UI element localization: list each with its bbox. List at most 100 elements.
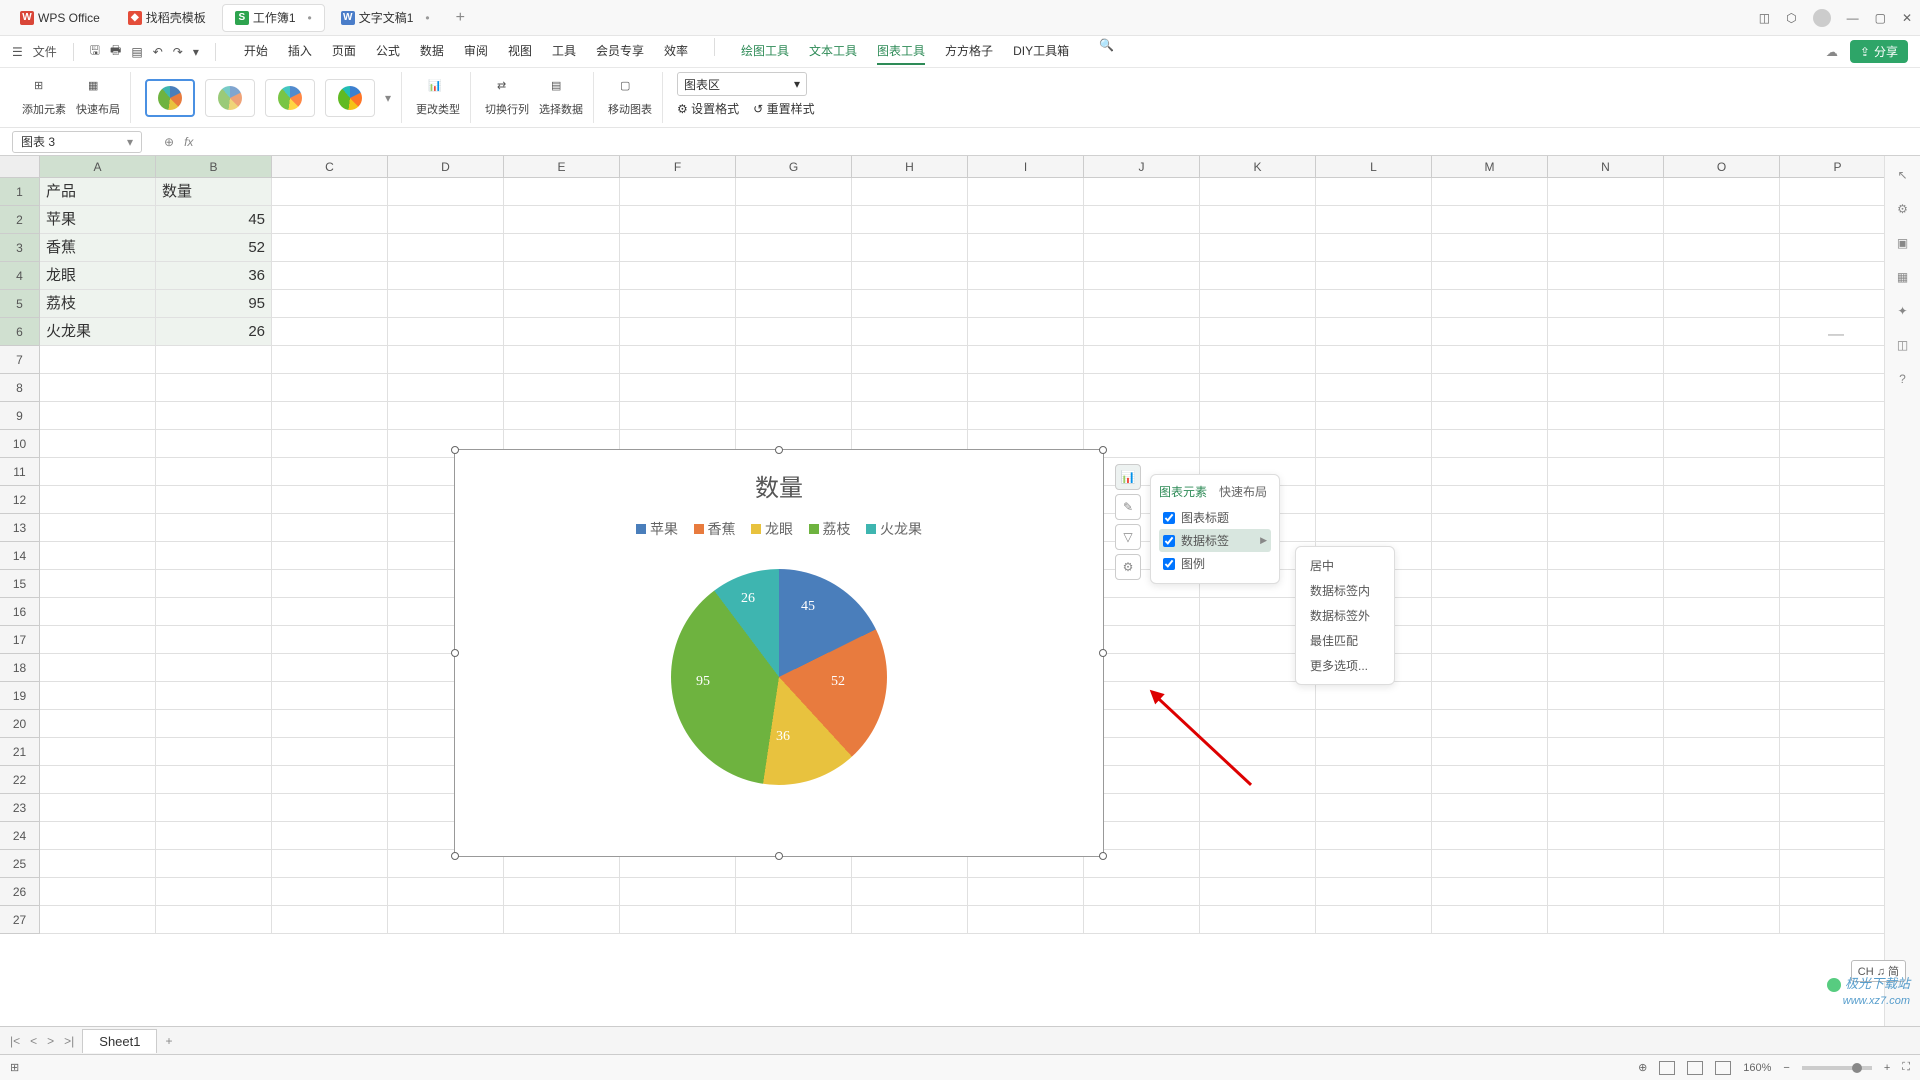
- cell[interactable]: [1780, 850, 1884, 878]
- quick-layout-button[interactable]: ▦快速布局: [76, 79, 120, 117]
- cell[interactable]: [1780, 346, 1884, 374]
- opt-chart-title[interactable]: 图表标题: [1159, 506, 1271, 529]
- chart-title[interactable]: 数量: [455, 468, 1103, 503]
- cell[interactable]: [736, 346, 852, 374]
- submenu-inside[interactable]: 数据标签内: [1302, 578, 1388, 603]
- cell[interactable]: [1316, 430, 1432, 458]
- pie-chart[interactable]: 45 52 36 95 26: [671, 569, 887, 785]
- cell[interactable]: [1200, 682, 1316, 710]
- cell[interactable]: [1200, 794, 1316, 822]
- cell[interactable]: [1084, 318, 1200, 346]
- cell[interactable]: [272, 682, 388, 710]
- cell[interactable]: [388, 318, 504, 346]
- menu-text-tools[interactable]: 文本工具: [809, 38, 857, 65]
- cell[interactable]: [504, 878, 620, 906]
- cell[interactable]: [1548, 626, 1664, 654]
- cell[interactable]: [736, 906, 852, 934]
- cell[interactable]: [1664, 486, 1780, 514]
- cell[interactable]: [156, 878, 272, 906]
- col-header[interactable]: C: [272, 156, 388, 177]
- cell[interactable]: [736, 374, 852, 402]
- formula-input[interactable]: [203, 134, 1920, 149]
- cell[interactable]: [1780, 178, 1884, 206]
- cell[interactable]: [1432, 570, 1548, 598]
- cell[interactable]: [1200, 206, 1316, 234]
- prev-sheet-icon[interactable]: <: [28, 1034, 39, 1048]
- cell[interactable]: [40, 374, 156, 402]
- cell[interactable]: [1548, 206, 1664, 234]
- pagebreak-view-icon[interactable]: [1715, 1061, 1731, 1075]
- cell[interactable]: [1548, 682, 1664, 710]
- cell[interactable]: [40, 598, 156, 626]
- chart-legend[interactable]: 苹果 香蕉 龙眼 荔枝 火龙果: [455, 519, 1103, 539]
- cell[interactable]: [1780, 542, 1884, 570]
- cell[interactable]: [156, 486, 272, 514]
- cell[interactable]: [968, 402, 1084, 430]
- select-all-corner[interactable]: [0, 156, 40, 178]
- print-preview-icon[interactable]: ▤: [131, 45, 142, 59]
- cell[interactable]: [1084, 234, 1200, 262]
- cell[interactable]: [1664, 234, 1780, 262]
- cell[interactable]: [1432, 654, 1548, 682]
- cell[interactable]: [620, 206, 736, 234]
- submenu-more[interactable]: 更多选项...: [1302, 653, 1388, 678]
- cell[interactable]: [1780, 402, 1884, 430]
- row-header[interactable]: 6: [0, 318, 40, 346]
- cell[interactable]: 龙眼: [40, 262, 156, 290]
- cell[interactable]: [968, 262, 1084, 290]
- file-menu[interactable]: 文件: [33, 43, 57, 60]
- cell[interactable]: [1548, 402, 1664, 430]
- ai-icon[interactable]: ✦: [1897, 304, 1907, 318]
- cell[interactable]: [1084, 346, 1200, 374]
- cell[interactable]: [1432, 514, 1548, 542]
- cell[interactable]: [1432, 486, 1548, 514]
- cell[interactable]: [1780, 626, 1884, 654]
- move-chart-button[interactable]: ▢移动图表: [608, 79, 652, 117]
- cell[interactable]: [1316, 878, 1432, 906]
- cell[interactable]: [1548, 766, 1664, 794]
- cell[interactable]: [40, 654, 156, 682]
- cell[interactable]: [272, 290, 388, 318]
- cell[interactable]: [504, 178, 620, 206]
- cell[interactable]: [1548, 346, 1664, 374]
- cell[interactable]: [1432, 794, 1548, 822]
- cell[interactable]: [272, 850, 388, 878]
- cell[interactable]: [1316, 682, 1432, 710]
- cell[interactable]: [1432, 262, 1548, 290]
- tab-doc[interactable]: W文字文稿1•: [329, 4, 442, 32]
- cell[interactable]: [1664, 850, 1780, 878]
- cell[interactable]: [852, 402, 968, 430]
- menu-start[interactable]: 开始: [244, 38, 268, 65]
- cell[interactable]: [1548, 374, 1664, 402]
- cell[interactable]: [1548, 822, 1664, 850]
- cell[interactable]: [156, 514, 272, 542]
- menu-chart-tools[interactable]: 图表工具: [877, 38, 925, 65]
- col-header[interactable]: L: [1316, 156, 1432, 177]
- cell[interactable]: [156, 738, 272, 766]
- menu-formula[interactable]: 公式: [376, 38, 400, 65]
- cell[interactable]: [40, 878, 156, 906]
- chart-area-select[interactable]: 图表区▾: [677, 72, 807, 96]
- col-header[interactable]: G: [736, 156, 852, 177]
- cell[interactable]: [272, 878, 388, 906]
- tab-workbook[interactable]: S工作簿1•: [222, 4, 325, 32]
- cell[interactable]: [272, 346, 388, 374]
- row-header[interactable]: 20: [0, 710, 40, 738]
- cell[interactable]: [388, 178, 504, 206]
- row-header[interactable]: 11: [0, 458, 40, 486]
- cell[interactable]: [156, 402, 272, 430]
- cell[interactable]: [504, 290, 620, 318]
- col-header[interactable]: N: [1548, 156, 1664, 177]
- cell[interactable]: [1664, 878, 1780, 906]
- cell[interactable]: [156, 682, 272, 710]
- cell[interactable]: [1780, 374, 1884, 402]
- col-header[interactable]: H: [852, 156, 968, 177]
- cell[interactable]: [1316, 318, 1432, 346]
- cell[interactable]: [40, 514, 156, 542]
- col-header[interactable]: A: [40, 156, 156, 177]
- cell[interactable]: [388, 290, 504, 318]
- cell[interactable]: [1316, 458, 1432, 486]
- cell[interactable]: [272, 598, 388, 626]
- chart-styles-button[interactable]: ✎: [1115, 494, 1141, 520]
- cell[interactable]: 数量: [156, 178, 272, 206]
